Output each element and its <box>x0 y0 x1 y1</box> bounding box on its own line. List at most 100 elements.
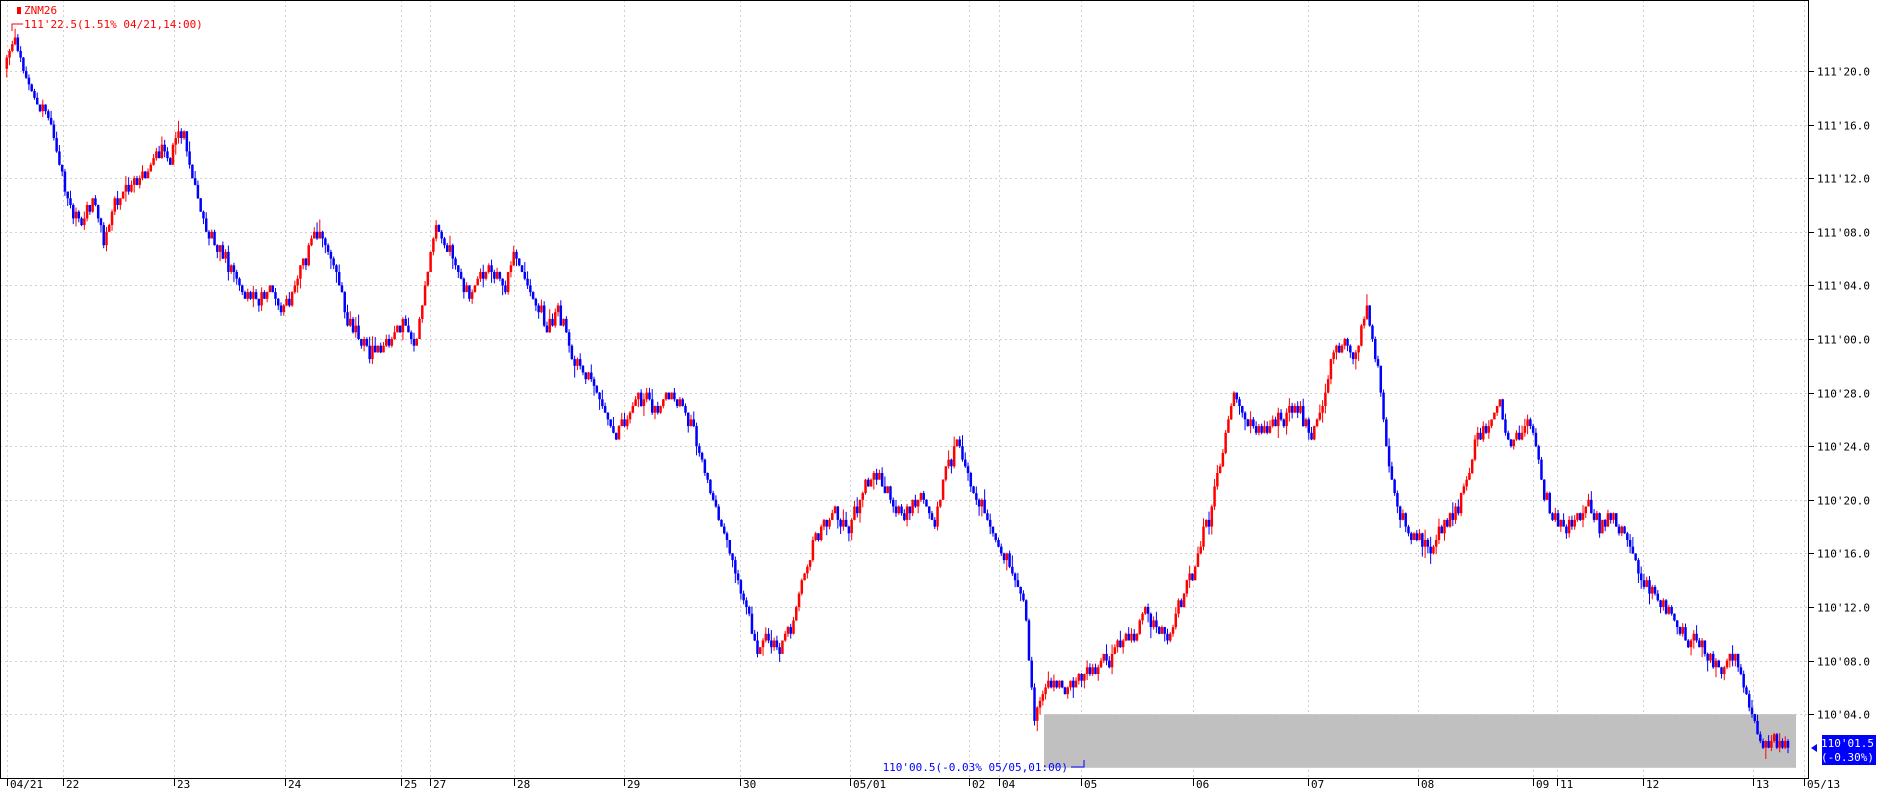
candle-body <box>617 426 621 440</box>
candle-body <box>191 164 194 179</box>
candle-body <box>74 211 78 219</box>
candle-body <box>371 345 374 360</box>
candle <box>473 285 477 293</box>
candle-body <box>1271 419 1274 427</box>
candle-body <box>1515 432 1518 440</box>
candle-body <box>1576 513 1579 520</box>
symbol-label: ZNM26 <box>24 4 57 17</box>
candle-body <box>1664 600 1668 614</box>
y-tick-label: 110'20.0 <box>1817 495 1870 508</box>
candle-body <box>58 151 61 165</box>
candle-body <box>864 479 867 494</box>
candle-body <box>1008 553 1011 567</box>
candle-body <box>936 506 939 527</box>
candle-body <box>983 499 986 514</box>
candle <box>1157 626 1161 635</box>
candle-body <box>1049 680 1053 688</box>
candle-body <box>833 506 837 514</box>
candle-body <box>398 325 402 333</box>
candle-body <box>1426 540 1430 547</box>
x-tick-label: 07 <box>1311 778 1324 791</box>
candle-body <box>1531 426 1535 433</box>
candle <box>1138 618 1142 635</box>
candle-body <box>1005 553 1009 561</box>
candle-body <box>1002 553 1006 561</box>
candle-body <box>257 298 261 306</box>
candle-body <box>1548 493 1552 514</box>
candlestick-chart: 111'20.0 111'16.0 111'12.0 111'08.0 111'04.0… <box>0 0 1877 793</box>
candle <box>1060 680 1064 689</box>
candle-body <box>1360 325 1363 346</box>
candle-body <box>66 191 69 199</box>
candle <box>1379 365 1383 397</box>
candle <box>1063 686 1067 695</box>
candle-body <box>246 292 250 299</box>
candle-body <box>1587 499 1590 507</box>
x-tick-label: 11 <box>1560 778 1573 791</box>
candle-body <box>947 459 950 467</box>
candle-body <box>587 372 590 380</box>
candle-body <box>952 446 956 467</box>
candle-body <box>609 419 612 427</box>
candle-body <box>767 633 770 641</box>
candle <box>944 466 948 482</box>
candle-body <box>961 446 964 460</box>
candle-body <box>501 278 504 286</box>
candle-body <box>1180 600 1183 607</box>
candle-body <box>1612 513 1615 520</box>
candle-body <box>562 318 565 326</box>
candle-body <box>149 164 153 172</box>
candle <box>728 539 732 556</box>
candle-body <box>911 499 914 514</box>
candle <box>1385 417 1388 447</box>
candle-body <box>1130 633 1133 641</box>
candle-body <box>734 560 737 574</box>
candle-body <box>1293 406 1297 413</box>
candle-body <box>1368 305 1371 326</box>
candle-body <box>155 151 158 159</box>
candle-body <box>1745 687 1748 695</box>
candle-body <box>567 332 571 346</box>
candle <box>398 325 402 333</box>
candle-body <box>797 593 801 607</box>
candle-body <box>878 473 881 480</box>
candle-body <box>1351 352 1355 360</box>
candle-body <box>603 406 607 413</box>
candle <box>869 478 873 487</box>
candle-body <box>601 399 604 406</box>
candle-body <box>1188 573 1191 581</box>
candle-body <box>495 272 499 279</box>
candle-body <box>1102 653 1106 661</box>
candle-body <box>1698 640 1701 648</box>
candle-body <box>368 345 371 360</box>
candle-body <box>576 359 579 366</box>
candle-body <box>1651 586 1654 594</box>
candle <box>171 142 175 165</box>
candle-body <box>637 392 640 400</box>
candle-body <box>157 151 161 159</box>
candle-body <box>1747 694 1751 708</box>
candle-body <box>1601 519 1604 534</box>
candle-body <box>1146 607 1150 614</box>
candle-body <box>925 499 928 507</box>
candle-body <box>1077 674 1081 681</box>
candle-body <box>1169 633 1172 641</box>
candle-body <box>221 245 225 259</box>
candle-body <box>592 379 596 386</box>
candle-body <box>11 44 14 51</box>
candle-body <box>939 499 942 507</box>
candle-body <box>470 292 474 299</box>
candle-body <box>210 231 214 239</box>
candle-body <box>121 191 125 199</box>
candle <box>1578 512 1582 522</box>
candle-body <box>396 325 399 333</box>
candle-body <box>432 238 435 252</box>
candle-body <box>1490 419 1493 427</box>
candle-body <box>1321 406 1324 413</box>
candle-body <box>1759 734 1762 741</box>
candle-body <box>1246 419 1250 427</box>
candle-body <box>484 272 488 279</box>
candle-body <box>1382 392 1385 420</box>
candle <box>506 271 510 295</box>
candle-body <box>1509 439 1513 447</box>
